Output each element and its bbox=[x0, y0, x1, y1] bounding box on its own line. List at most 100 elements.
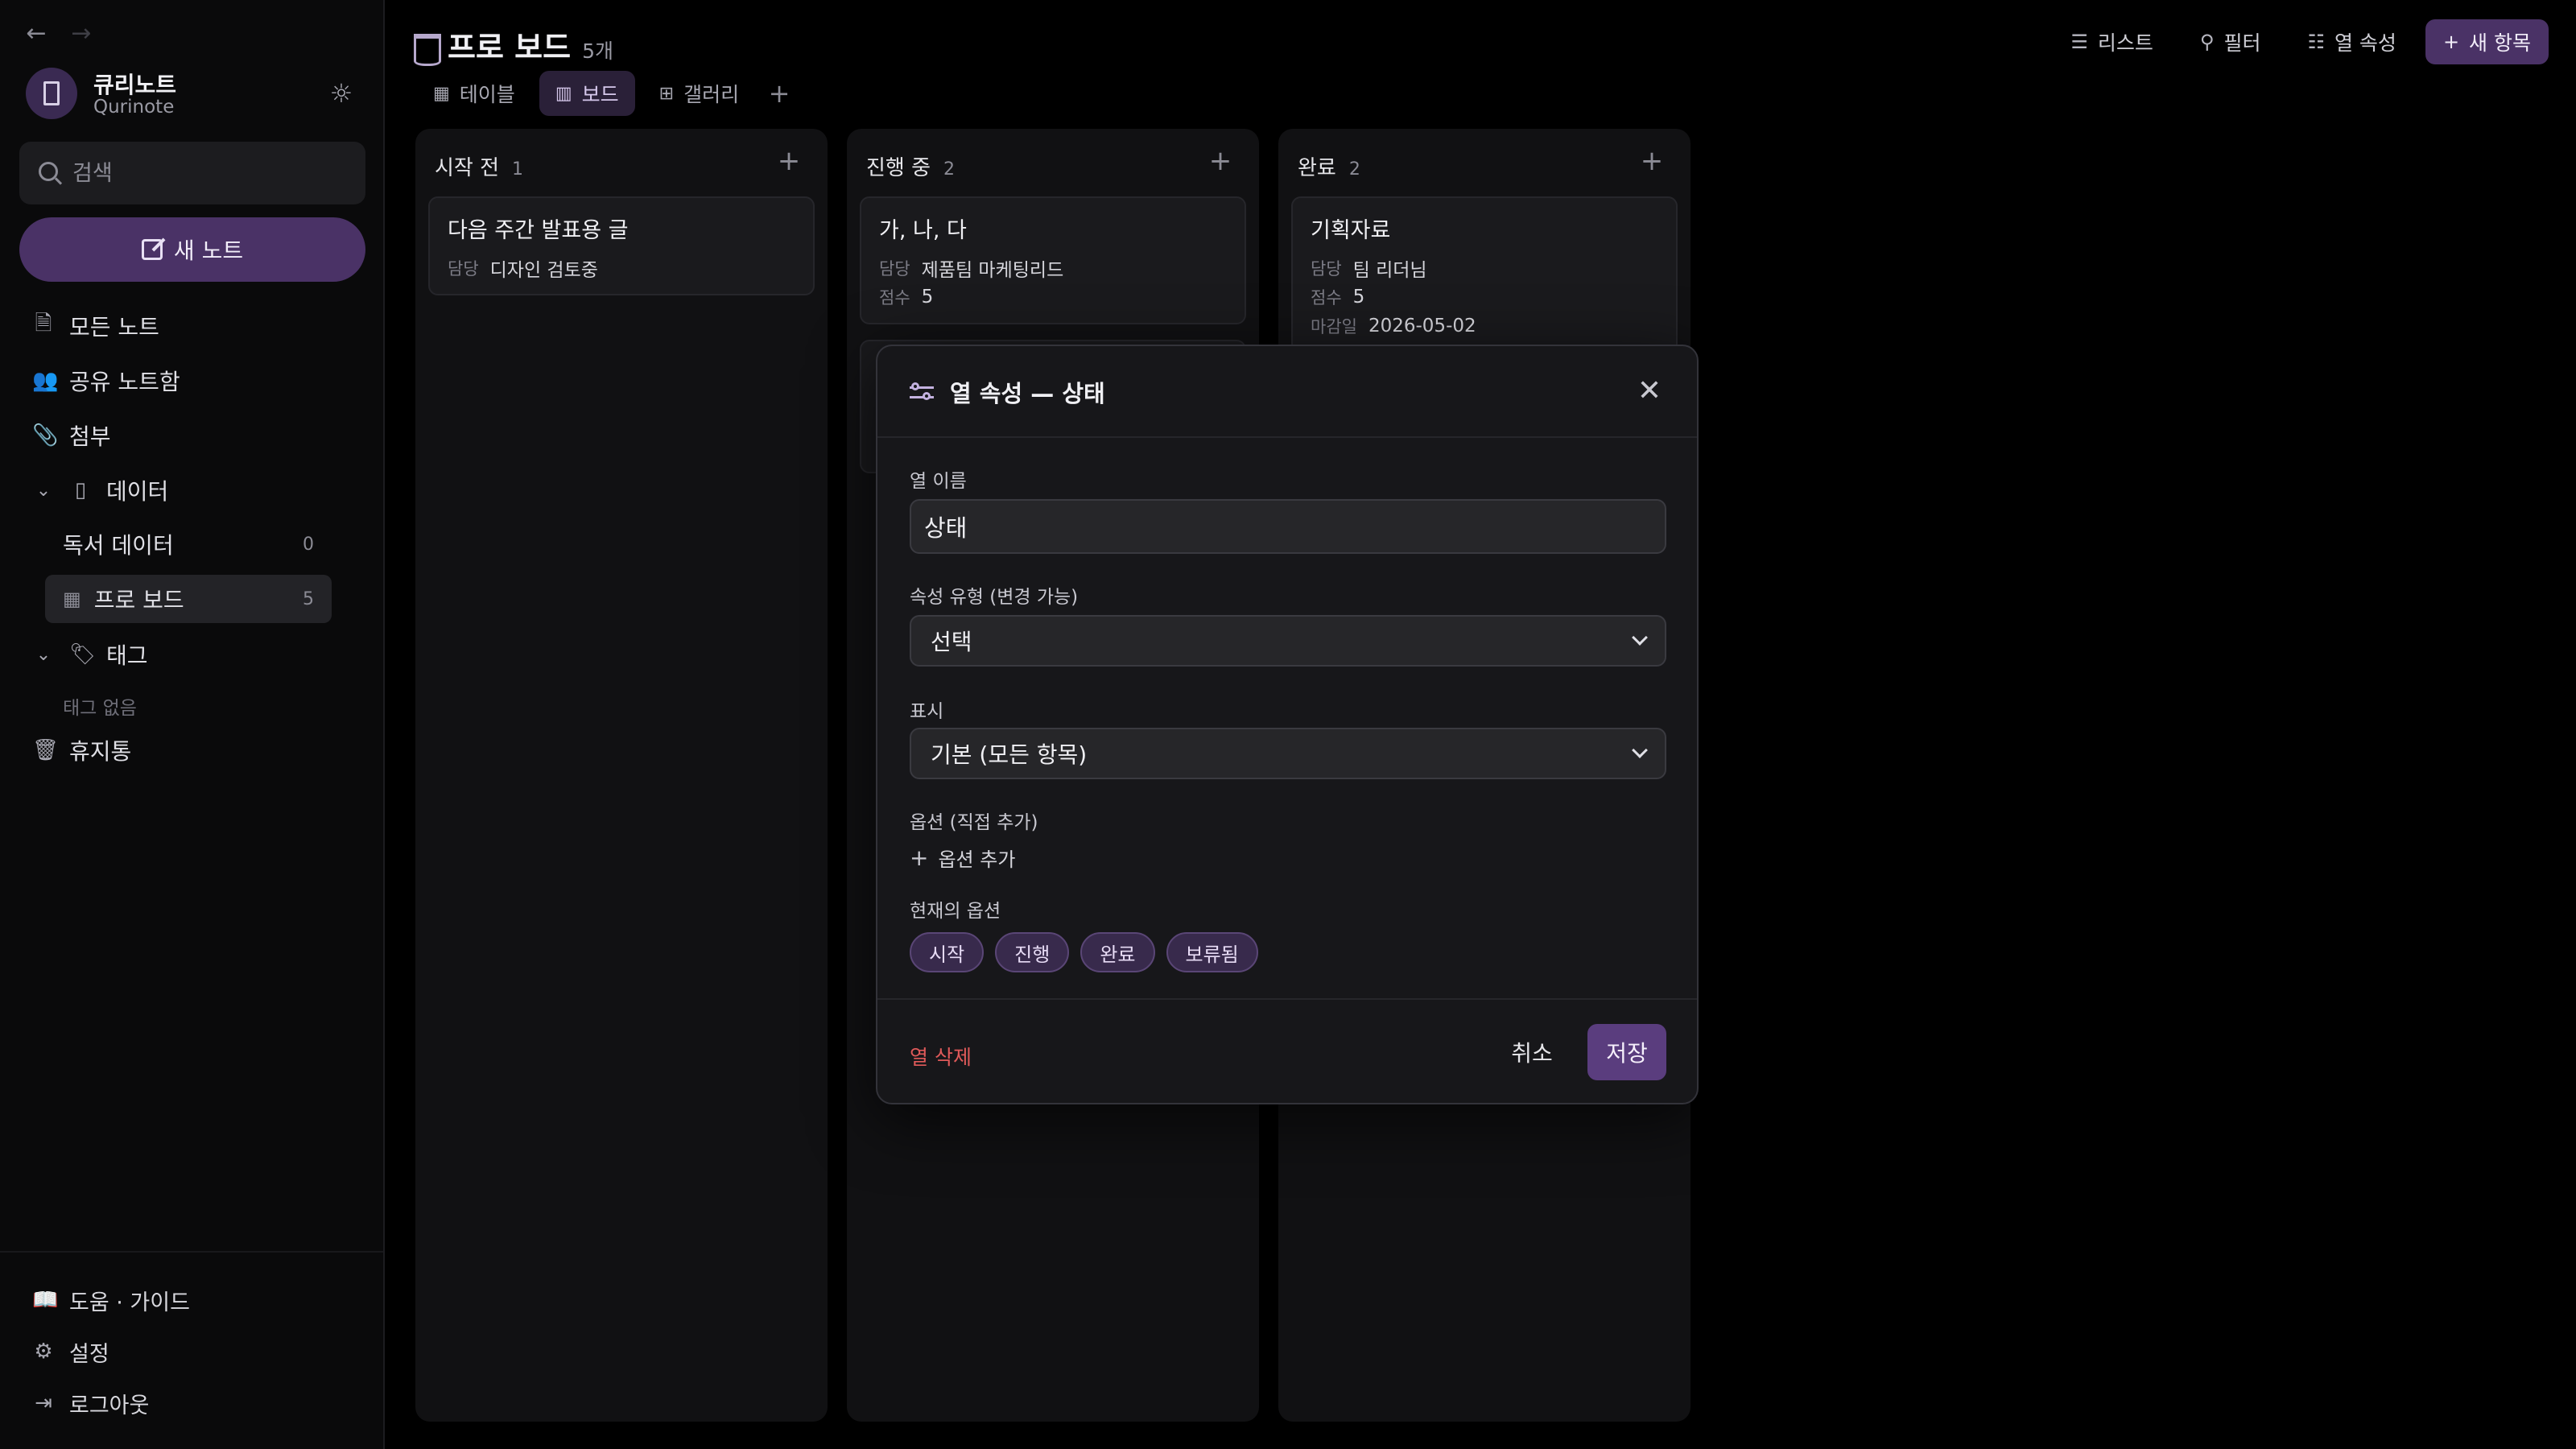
column-title: 시작 전 bbox=[435, 156, 500, 180]
history-nav: ← → bbox=[24, 19, 93, 47]
database-count: 5개 bbox=[582, 39, 613, 63]
sun-icon[interactable]: ☼ bbox=[327, 79, 356, 108]
users-icon: 👥 bbox=[32, 369, 59, 393]
column-title: 완료 bbox=[1298, 156, 1336, 180]
add-card-button[interactable]: + bbox=[1637, 145, 1666, 177]
sidebar-divider bbox=[0, 1251, 383, 1253]
option-chips: 시작 진행 완료 보류됨 bbox=[910, 932, 1258, 972]
sidebar-section-databases[interactable]: ⌄ ▯ 데이터 bbox=[32, 473, 169, 508]
card-field: 담당 팀 리더님 bbox=[1311, 257, 1658, 281]
sidebar-db-item-board[interactable]: ▦ 프로 보드 5 bbox=[45, 575, 332, 623]
sidebar-logout-link[interactable]: ⇥ 로그아웃 bbox=[32, 1385, 149, 1421]
sidebar-item-label: 독서 데이터 bbox=[63, 532, 174, 559]
board-card[interactable]: 다음 주간 발표용 글 담당 디자인 검토중 bbox=[428, 196, 815, 295]
tab-table[interactable]: ▦ 테이블 bbox=[417, 71, 531, 116]
display-select[interactable]: 기본 (모든 항목) bbox=[910, 728, 1666, 779]
database-icon bbox=[414, 34, 441, 66]
board-card[interactable]: 기획자료 담당 팀 리더님 점수 5 마감일 2026-05-02 bbox=[1291, 196, 1678, 353]
new-note-label: 새 노트 bbox=[173, 237, 244, 264]
option-chip[interactable]: 시작 bbox=[910, 932, 985, 972]
document-icon: 🗎 bbox=[35, 312, 52, 336]
workspace-switcher[interactable]: 큐리노트 Qurinote ☼ bbox=[26, 68, 364, 119]
filter-icon: ⚲ bbox=[2199, 31, 2215, 53]
property-type-select[interactable]: 선택 bbox=[910, 615, 1666, 667]
forward-arrow-icon[interactable]: → bbox=[69, 19, 93, 47]
field-key: 점수 bbox=[1311, 288, 1342, 308]
add-view-button[interactable]: + bbox=[763, 71, 795, 116]
sidebar-item-label: 휴지통 bbox=[69, 738, 132, 765]
sidebar-item-label: 도움 · 가이드 bbox=[69, 1290, 190, 1315]
property-type-label: 속성 유형 (변경 가능) bbox=[910, 587, 1079, 608]
item-count: 0 bbox=[303, 534, 314, 555]
field-value: 팀 리더님 bbox=[1352, 260, 1427, 281]
option-chip[interactable]: 보류됨 bbox=[1166, 932, 1258, 972]
cancel-button[interactable]: 취소 bbox=[1497, 1024, 1567, 1080]
existing-options-label: 현재의 옵션 bbox=[910, 901, 1001, 922]
sidebar-db-item-reading[interactable]: 독서 데이터 0 bbox=[45, 520, 332, 568]
field-key: 점수 bbox=[879, 288, 910, 308]
list-icon: ☰ bbox=[2070, 31, 2088, 53]
book-icon: ▯ bbox=[74, 478, 87, 502]
properties-button[interactable]: ☷ 열 속성 bbox=[2289, 19, 2413, 64]
filter-button[interactable]: ⚲ 필터 bbox=[2182, 19, 2279, 64]
option-chip[interactable]: 완료 bbox=[1080, 932, 1155, 972]
column-name-label: 열 이름 bbox=[910, 471, 967, 492]
table-icon: ▦ bbox=[433, 83, 450, 104]
card-field: 점수 5 bbox=[1311, 286, 1658, 308]
add-card-button[interactable]: + bbox=[1206, 145, 1235, 177]
sidebar-item-label: 로그아웃 bbox=[69, 1393, 150, 1418]
edit-icon bbox=[141, 239, 163, 260]
back-arrow-icon[interactable]: ← bbox=[24, 19, 48, 47]
open-book-icon: 📖 bbox=[32, 1288, 59, 1312]
sidebar-item-all-notes[interactable]: 🗎 모든 노트 bbox=[32, 308, 159, 344]
board-card[interactable]: 가, 나, 다 담당 제품팀 마케팅리드 점수 5 bbox=[860, 196, 1246, 324]
sidebar-item-label: 태그 bbox=[106, 642, 148, 669]
sidebar-item-trash[interactable]: 🗑 휴지통 bbox=[32, 733, 131, 768]
add-option-button[interactable]: + 옵션 추가 bbox=[910, 844, 1015, 872]
sidebar-item-shared[interactable]: 👥 공유 노트함 bbox=[32, 363, 180, 398]
tab-board[interactable]: ▥ 보드 bbox=[539, 71, 635, 116]
save-button[interactable]: 저장 bbox=[1587, 1024, 1666, 1080]
search-box[interactable] bbox=[19, 142, 365, 204]
delete-column-button[interactable]: 열 삭제 bbox=[910, 1042, 972, 1071]
sidebar-item-attachments[interactable]: 📎 첨부 bbox=[32, 418, 111, 453]
tab-label: 보드 bbox=[581, 83, 619, 106]
sidebar-section-tags[interactable]: ⌄ 🏷 태그 bbox=[32, 637, 148, 672]
column-count: 2 bbox=[943, 159, 956, 180]
dialog-header: 열 속성 — 상태 bbox=[910, 375, 1105, 409]
column-properties-dialog: 열 속성 — 상태 ✕ 열 이름 속성 유형 (변경 가능) 선택 표시 기본 … bbox=[876, 345, 1699, 1104]
tab-label: 테이블 bbox=[459, 83, 515, 106]
sidebar-settings-link[interactable]: ⚙ 설정 bbox=[32, 1334, 109, 1369]
chevron-down-icon[interactable]: ⌄ bbox=[32, 645, 55, 665]
field-key: 마감일 bbox=[1311, 317, 1357, 336]
column-header: 시작 전 1 bbox=[435, 151, 523, 181]
option-chip[interactable]: 진행 bbox=[995, 932, 1070, 972]
card-field: 담당 제품팀 마케팅리드 bbox=[879, 257, 1227, 281]
tag-icon: 🏷 bbox=[69, 642, 97, 667]
close-icon[interactable]: ✕ bbox=[1637, 377, 1662, 406]
paperclip-icon: 📎 bbox=[32, 423, 59, 448]
card-title: 기획자료 bbox=[1311, 218, 1391, 243]
column-count: 2 bbox=[1348, 159, 1360, 180]
button-label: 필터 bbox=[2223, 31, 2261, 55]
add-option-label: 옵션 추가 bbox=[938, 848, 1016, 871]
add-card-button[interactable]: + bbox=[774, 145, 803, 177]
table-icon: ▦ bbox=[63, 588, 81, 610]
sidebar-item-label: 프로 보드 bbox=[93, 587, 184, 613]
search-input[interactable] bbox=[72, 155, 346, 192]
chevron-down-icon[interactable]: ⌄ bbox=[32, 481, 55, 501]
sliders-icon: ☷ bbox=[2307, 31, 2325, 53]
sidebar-guide-link[interactable]: 📖 도움 · 가이드 bbox=[32, 1282, 190, 1318]
tab-gallery[interactable]: ⊞ 갤러리 bbox=[643, 71, 755, 116]
column-name-input[interactable] bbox=[910, 499, 1666, 554]
gear-icon: ⚙ bbox=[34, 1340, 53, 1364]
card-title: 다음 주간 발표용 글 bbox=[448, 218, 629, 243]
new-note-button[interactable]: 새 노트 bbox=[19, 217, 365, 282]
avatar bbox=[26, 68, 77, 119]
column-title: 진행 중 bbox=[866, 156, 931, 180]
field-key: 담당 bbox=[879, 259, 910, 279]
new-item-button[interactable]: + 새 항목 bbox=[2425, 19, 2549, 64]
sidebar-item-label: 모든 노트 bbox=[69, 314, 159, 341]
list-button[interactable]: ☰ 리스트 bbox=[2053, 19, 2171, 64]
field-value: 5 bbox=[1352, 287, 1365, 308]
